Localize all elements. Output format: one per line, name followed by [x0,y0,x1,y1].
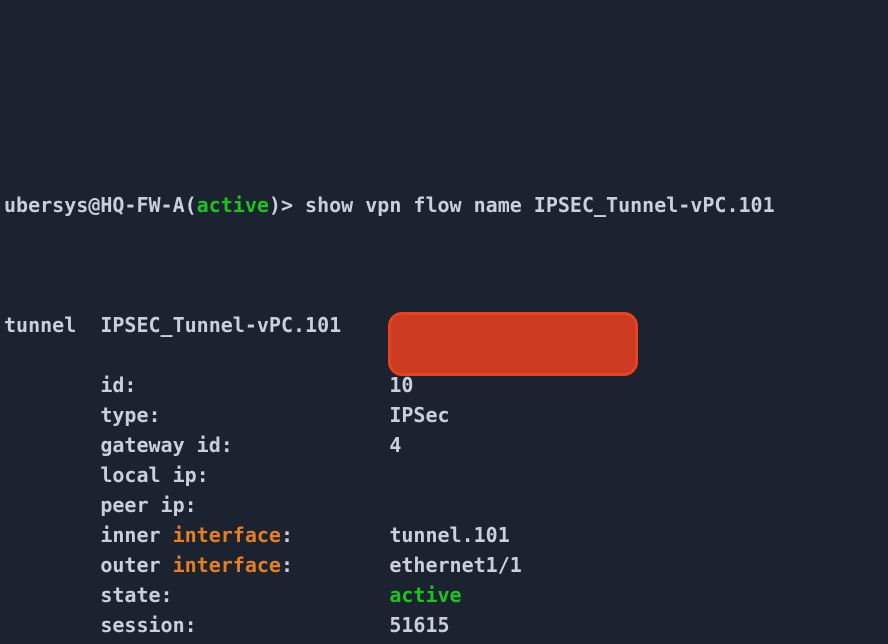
field-row: outer interface: ethernet1/1 [4,550,884,580]
field-label: type: [100,403,160,427]
field-row: session: 51615 [4,610,884,640]
field-label: local ip: [100,463,208,487]
field-value: 51615 [389,613,449,637]
terminal-output: ubersys@HQ-FW-A(active)> show vpn flow n… [0,120,888,644]
field-row: gateway id: 4 [4,430,884,460]
shell-prompt[interactable]: ubersys@HQ-FW-A(active)> show vpn flow n… [4,190,884,220]
redaction-ip-block [388,312,638,376]
field-label-pre: inner [100,523,172,547]
prompt-closing: )> [269,193,305,217]
field-value: tunnel.101 [389,523,509,547]
tunnel-header-label: tunnel [4,313,76,337]
prompt-user-host: ubersys@HQ-FW-A( [4,193,197,217]
field-row: inner interface: tunnel.101 [4,520,884,550]
field-row: tunnel mtu: 1428 [4,640,884,644]
command-text: show vpn flow name IPSEC_Tunnel-vPC.101 [305,193,775,217]
tunnel-name: IPSEC_Tunnel-vPC.101 [100,313,341,337]
field-value: IPSec [389,403,449,427]
field-row: state: active [4,580,884,610]
blank-line [4,250,884,280]
field-label: state: [100,583,172,607]
field-label-pre: outer [100,553,172,577]
field-value: 10 [389,373,413,397]
field-value: ethernet1/1 [389,553,521,577]
field-label: session: [100,613,196,637]
field-label-keyword: interface [173,523,281,547]
field-label: id: [100,373,136,397]
field-row: local ip: [4,460,884,490]
field-label: gateway id: [100,433,232,457]
field-label-post: : [281,523,293,547]
tunnel-fields: id: 10 type: IPSec gateway id: 4 local i… [4,370,884,644]
field-row: type: IPSec [4,400,884,430]
field-value: active [389,583,461,607]
field-label: peer ip: [100,493,196,517]
field-value: 4 [389,433,401,457]
field-label-keyword: interface [173,553,281,577]
field-label-post: : [281,553,293,577]
prompt-state: active [197,193,269,217]
field-row: peer ip: [4,490,884,520]
